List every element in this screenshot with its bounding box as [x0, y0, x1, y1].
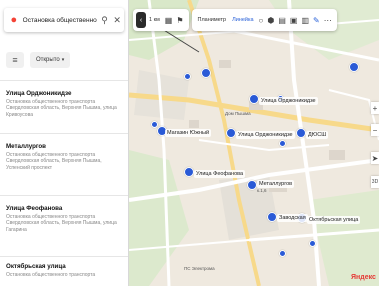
transit-stop-marker[interactable]: [249, 94, 259, 104]
result-title: Металлургов: [6, 143, 46, 150]
panorama-icon[interactable]: ⬢: [265, 16, 276, 25]
divider: [0, 133, 128, 134]
list-item[interactable]: Улица Феофанова Остановка общественного …: [6, 205, 124, 233]
planimeter-button[interactable]: Планиметр: [195, 17, 230, 23]
result-title: Улица Феофанова: [6, 205, 63, 212]
zoom-out-button[interactable]: −: [371, 124, 379, 136]
stop-label-oktyabrskaya[interactable]: Октябрьская улица: [307, 216, 361, 224]
grid-icon[interactable]: ▦: [163, 16, 175, 25]
stop-label-ordzhonikidze[interactable]: Улица Орджоникидзе: [259, 97, 318, 105]
ruler-button[interactable]: Линейка: [229, 17, 256, 23]
filter-settings-button[interactable]: ≡: [6, 52, 24, 68]
transit-stop-marker[interactable]: [349, 62, 359, 72]
divider: [0, 256, 128, 257]
place-label-gorki: ПС Электрома: [184, 266, 215, 271]
list-item[interactable]: Улица Орджоникидзе Остановка общественно…: [6, 90, 124, 118]
stop-label-dyussh[interactable]: ДЮСШ: [306, 131, 329, 139]
map-toolbar: ‹ 1 км ▦ ⚑ Планиметр Линейка ○ ⬢ ▤ ▣ ▥ ✎…: [133, 9, 340, 31]
stop-label-magazin[interactable]: Магазин Южный: [165, 129, 212, 137]
edit-icon[interactable]: ✎: [311, 16, 322, 25]
search-icon[interactable]: ⚲: [99, 15, 111, 26]
3d-button[interactable]: 3D: [371, 176, 379, 188]
result-subtitle: Остановка общественного транспорта Сверд…: [6, 99, 117, 118]
transit-stop-marker[interactable]: [267, 212, 277, 222]
map-canvas[interactable]: ‹ 1 км ▦ ⚑ Планиметр Линейка ○ ⬢ ▤ ▣ ▥ ✎…: [129, 0, 379, 286]
stop-label-ordzhonikidze-2[interactable]: Улица Орджоникидзе: [236, 131, 295, 139]
search-input[interactable]: [20, 16, 99, 24]
collapse-button[interactable]: ‹: [136, 12, 146, 28]
stop-label-metallurgov[interactable]: Металлургов: [257, 180, 295, 188]
transit-stop-marker[interactable]: [247, 180, 257, 190]
transit-stop-marker[interactable]: [279, 250, 286, 257]
list-item[interactable]: Металлургов Остановка общественного тран…: [6, 143, 124, 171]
open-now-label: Открыто: [36, 57, 60, 63]
yandex-logo: Яндекс: [351, 274, 376, 281]
divider: [0, 80, 128, 81]
open-now-filter-button[interactable]: Открыто ▾: [30, 52, 71, 68]
result-subtitle: Остановка общественного транспорта Сверд…: [6, 214, 117, 233]
divider: [0, 195, 128, 196]
more-icon[interactable]: ⋯: [322, 16, 334, 25]
transit-stop-marker[interactable]: [201, 68, 211, 78]
chevron-down-icon: ▾: [61, 57, 65, 63]
transit-stop-marker[interactable]: [184, 167, 194, 177]
flag-icon[interactable]: ⚑: [174, 16, 185, 25]
location-pin-icon: ●: [10, 14, 18, 26]
result-title: Октябрьская улица: [6, 263, 66, 270]
result-subtitle: Остановка общественного транспорта Сверд…: [6, 152, 102, 171]
circle-icon[interactable]: ○: [257, 16, 266, 25]
scale-label: 1 км: [149, 17, 160, 23]
geolocation-icon[interactable]: ➤: [371, 152, 379, 164]
filters-row: ≡ Открыто ▾: [6, 51, 71, 69]
transit-stop-marker[interactable]: [309, 240, 316, 247]
measure-group: Планиметр Линейка ○ ⬢ ▤ ▣ ▥ ✎ ⋯: [191, 9, 337, 31]
zoom-in-button[interactable]: +: [371, 102, 379, 114]
transit-stop-marker[interactable]: [226, 128, 236, 138]
print-icon[interactable]: ▤: [276, 16, 288, 25]
share-icon[interactable]: ▥: [299, 16, 311, 25]
place-label-dom-kulturi: Дом Пышма: [225, 111, 251, 116]
map-background: [129, 0, 379, 286]
stop-label-metallurgov-sub: к.1,6: [257, 188, 267, 193]
scale-group: ‹ 1 км ▦ ⚑: [133, 9, 189, 31]
result-title: Улица Орджоникидзе: [6, 90, 72, 97]
stop-label-zavodskaya[interactable]: Заводская: [277, 214, 308, 222]
stop-label-feofanova[interactable]: Улица Феофанова: [194, 170, 246, 178]
search-bar: ● ⚲ ✕: [4, 8, 124, 32]
layers-icon[interactable]: ▣: [288, 16, 300, 25]
transit-stop-marker[interactable]: [296, 128, 306, 138]
sliders-icon: ≡: [12, 55, 18, 65]
list-item[interactable]: Октябрьская улица Остановка общественног…: [6, 263, 124, 278]
transit-stop-marker[interactable]: [184, 73, 191, 80]
result-subtitle: Остановка общественного транспорта: [6, 272, 96, 278]
sidebar: ● ⚲ ✕ ≡ Открыто ▾ Улица Орджоникидзе Ост…: [0, 0, 129, 286]
close-icon[interactable]: ✕: [110, 15, 124, 26]
transit-stop-marker[interactable]: [151, 121, 158, 128]
transit-stop-marker[interactable]: [279, 140, 286, 147]
